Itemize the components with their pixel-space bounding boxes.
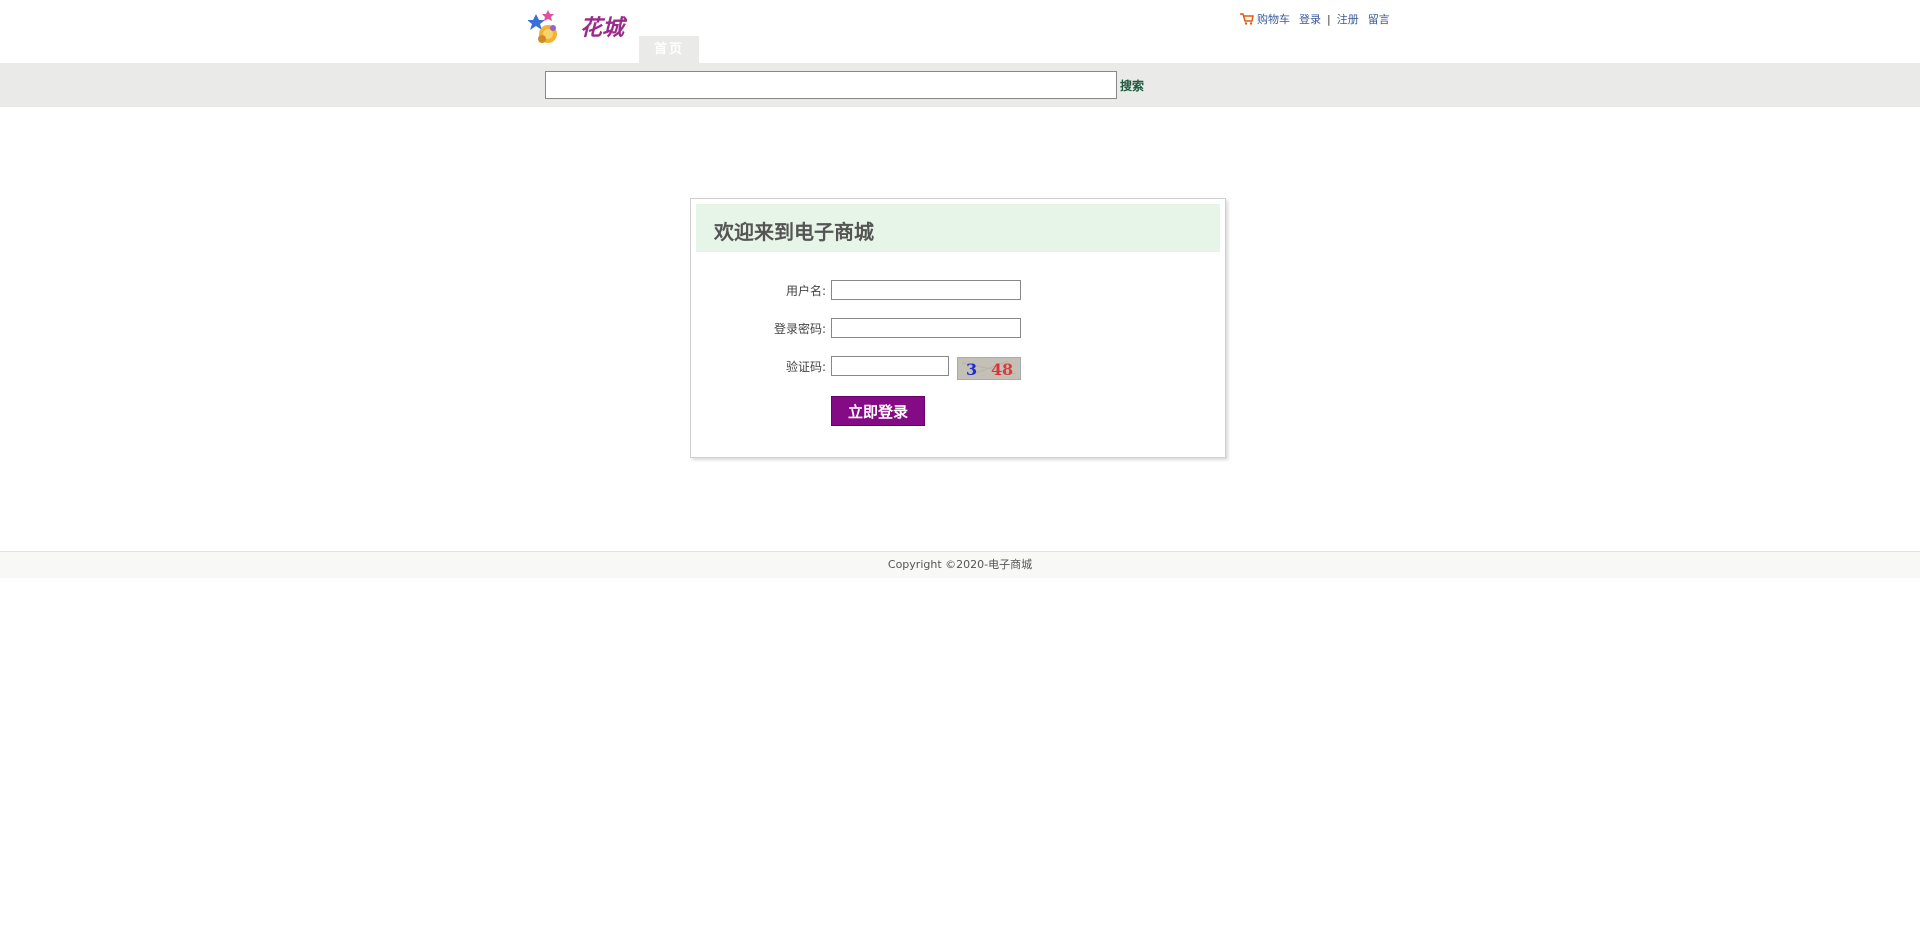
captcha-label: 验证码: [785, 360, 826, 374]
password-input[interactable] [831, 318, 1021, 338]
password-label: 登录密码: [773, 322, 826, 336]
svg-text:8: 8 [1002, 360, 1013, 379]
captcha-graphic: 3 4 8 [961, 360, 1017, 379]
username-input[interactable] [831, 280, 1021, 300]
cart-link[interactable]: 购物车 [1257, 11, 1290, 27]
svg-text:3: 3 [966, 360, 977, 379]
top-links: 购物车 登录 | 注册 留言 [1240, 11, 1390, 27]
copyright-text: Copyright ©2020-电子商城 [887, 558, 1033, 571]
login-link[interactable]: 登录 [1299, 11, 1321, 27]
login-title: 欢迎来到电子商城 [714, 220, 874, 244]
cart-icon [1240, 13, 1254, 25]
logo-text: 花城 [580, 15, 628, 41]
login-title-bar: 欢迎来到电子商城 [696, 204, 1220, 252]
login-submit-button[interactable]: 立即登录 [831, 396, 925, 426]
footer: Copyright ©2020-电子商城 [0, 551, 1920, 578]
register-link[interactable]: 注册 [1337, 11, 1359, 27]
message-link[interactable]: 留言 [1368, 11, 1390, 27]
link-separator: | [1327, 12, 1331, 26]
captcha-image[interactable]: 3 4 8 [957, 357, 1021, 380]
search-input[interactable] [545, 71, 1117, 99]
header: 花城 首页 购物车 登录 | 注册 留言 [0, 0, 1920, 63]
captcha-input[interactable] [831, 356, 949, 376]
login-panel: 欢迎来到电子商城 用户名: 登录密码: 验证码: 3 4 8 立即登录 [690, 198, 1226, 458]
logo[interactable]: 花城 [528, 8, 638, 48]
search-bar: 搜索 [0, 63, 1920, 107]
svg-text:4: 4 [991, 360, 1002, 379]
nav-tab-home[interactable]: 首页 [639, 36, 699, 63]
logo-image: 花城 [528, 10, 628, 43]
search-button[interactable]: 搜索 [1120, 77, 1144, 94]
username-label: 用户名: [785, 284, 826, 298]
